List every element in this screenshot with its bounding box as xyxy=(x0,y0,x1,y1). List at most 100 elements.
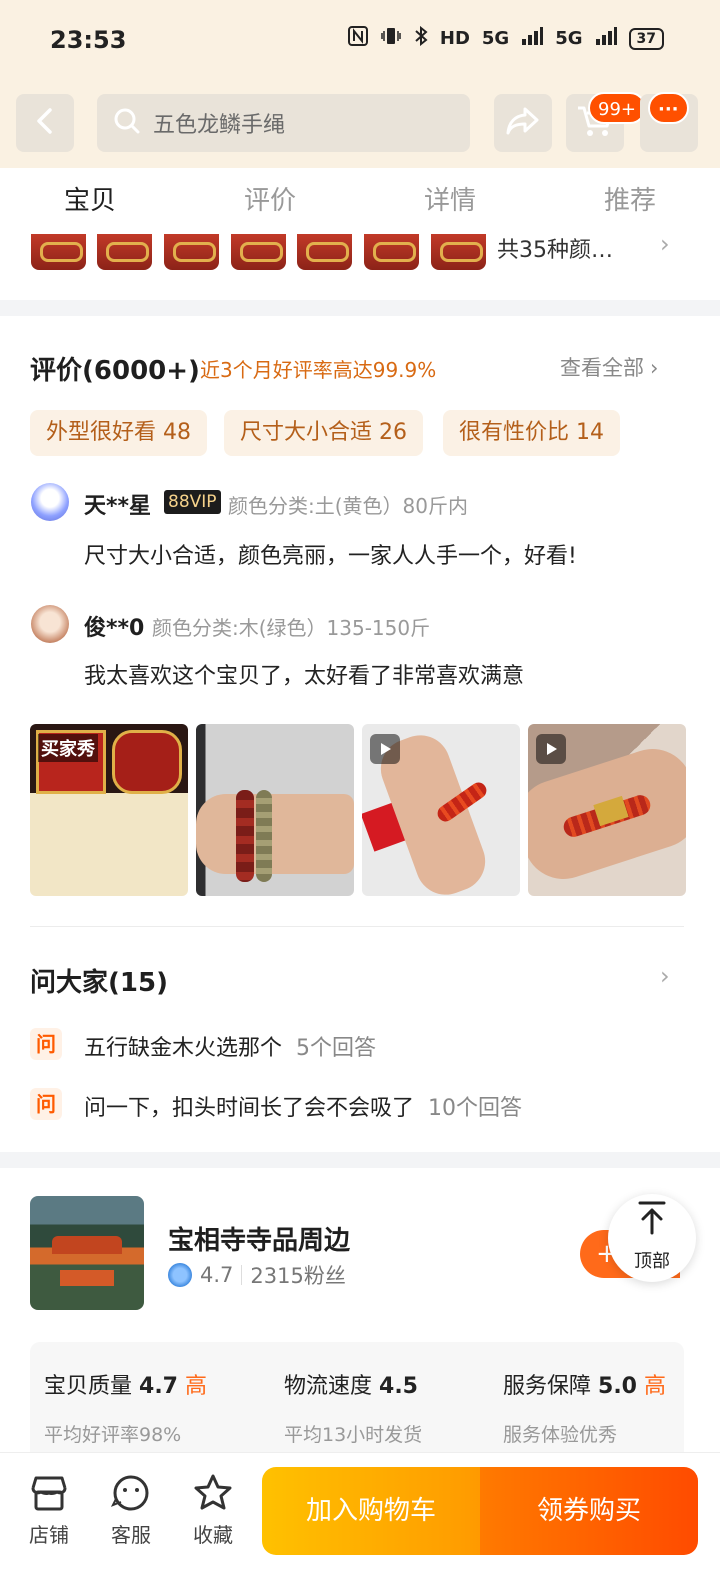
score-sub: 平均好评率98% xyxy=(44,1424,182,1446)
bluetooth-icon xyxy=(414,25,428,51)
favorite-button[interactable]: 收藏 xyxy=(178,1471,248,1548)
see-all-reviews-link[interactable]: 查看全部 › xyxy=(560,352,658,382)
tab-item[interactable]: 宝贝 xyxy=(0,168,180,234)
variant-thumb[interactable] xyxy=(97,234,152,270)
top-bar: 23:53 HD 5G 5G 37 五色龙鳞手绳 99+ ··· xyxy=(0,0,720,168)
question-text: 问一下，扣头时间长了会不会吸了 xyxy=(84,1096,415,1121)
signal-label-2: 5G xyxy=(555,28,583,49)
purchase-buttons: 加入购物车 领券购买 xyxy=(262,1467,698,1555)
status-bar: 23:53 HD 5G 5G 37 xyxy=(0,0,720,80)
back-arrow-icon xyxy=(34,107,56,139)
store-icon xyxy=(14,1471,84,1515)
customer-service-icon xyxy=(96,1471,166,1515)
store-button[interactable]: 店铺 xyxy=(14,1471,84,1548)
cart-button[interactable]: 99+ xyxy=(566,92,646,152)
search-icon xyxy=(113,107,141,139)
cart-badge: 99+ xyxy=(588,92,646,124)
review-photo[interactable] xyxy=(196,724,354,896)
reviews-subtitle: 近3个月好评率高达99.9% xyxy=(200,358,437,382)
search-bar[interactable]: 五色龙鳞手绳 xyxy=(97,94,470,152)
back-to-top-button[interactable]: 顶部 xyxy=(608,1194,696,1282)
reviews-title: 评价(6000+) xyxy=(30,356,200,386)
shop-meta: 4.7 2315粉丝 xyxy=(168,1260,346,1290)
answer-count: 5个回答 xyxy=(296,1036,377,1061)
variant-thumb[interactable] xyxy=(364,234,419,270)
reviewer-avatar xyxy=(31,605,69,643)
score-sub: 服务体验优秀 xyxy=(503,1424,618,1446)
customer-service-label: 客服 xyxy=(111,1523,151,1547)
tab-details[interactable]: 详情 xyxy=(360,168,540,234)
score-sub: 平均13小时发货 xyxy=(284,1424,423,1446)
answer-count: 10个回答 xyxy=(428,1096,523,1121)
score-service: 服务保障 5.0 高 xyxy=(503,1374,667,1399)
variant-strip[interactable]: 共35种颜… › xyxy=(0,230,720,300)
star-icon xyxy=(178,1471,248,1515)
review-video[interactable] xyxy=(362,724,520,896)
chevron-right-icon[interactable]: › xyxy=(660,230,670,258)
crown-icon xyxy=(168,1263,192,1287)
bottom-action-bar: 店铺 客服 收藏 加入购物车 领券购买 xyxy=(0,1452,720,1584)
signal-bars-icon-2 xyxy=(595,27,617,50)
battery-indicator: 37 xyxy=(628,27,664,50)
ask-title[interactable]: 问大家(15) xyxy=(30,962,168,999)
variant-thumb[interactable] xyxy=(164,234,219,270)
favorite-label: 收藏 xyxy=(193,1523,233,1547)
back-to-top-label: 顶部 xyxy=(634,1251,670,1272)
play-icon xyxy=(370,734,400,764)
score-quality: 宝贝质量 4.7 高 xyxy=(44,1374,208,1399)
tab-reviews[interactable]: 评价 xyxy=(180,168,360,234)
buy-with-coupon-button[interactable]: 领券购买 xyxy=(480,1467,698,1555)
variant-count-text[interactable]: 共35种颜… xyxy=(497,232,613,264)
shop-name[interactable]: 宝相寺寺品周边 xyxy=(168,1220,350,1257)
variant-thumb[interactable] xyxy=(231,234,286,270)
question-text: 五行缺金木火选那个 xyxy=(84,1036,283,1061)
store-label: 店铺 xyxy=(29,1523,69,1547)
score-logistics: 物流速度 4.5 xyxy=(284,1374,418,1399)
review-meta: 颜色分类:土(黄色）80斤内 xyxy=(228,494,468,518)
more-button[interactable]: ··· xyxy=(640,92,698,152)
shop-rating: 4.7 xyxy=(200,1263,234,1287)
review-photo[interactable]: 买家秀 xyxy=(30,724,188,896)
review-video[interactable] xyxy=(528,724,686,896)
variant-thumb[interactable] xyxy=(297,234,352,270)
share-button[interactable] xyxy=(494,94,552,152)
variant-thumb[interactable] xyxy=(431,234,486,270)
review-meta: 颜色分类:木(绿色）135-150斤 xyxy=(152,616,431,640)
review-tag[interactable]: 外型很好看 48 xyxy=(30,410,207,456)
review-tag[interactable]: 尺寸大小合适 26 xyxy=(224,410,423,456)
variant-thumb[interactable] xyxy=(31,234,86,270)
review-tag[interactable]: 很有性价比 14 xyxy=(443,410,620,456)
status-icons: HD 5G 5G 37 xyxy=(347,25,664,51)
chevron-right-icon: › xyxy=(650,356,659,380)
hd-label: HD xyxy=(439,28,470,49)
customer-service-button[interactable]: 客服 xyxy=(96,1471,166,1548)
question-icon: 问 xyxy=(30,1028,62,1060)
review-text[interactable]: 尺寸大小合适，颜色亮丽，一家人人手一个，好看! xyxy=(84,538,577,570)
back-button[interactable] xyxy=(16,94,74,152)
search-query-text: 五色龙鳞手绳 xyxy=(153,113,286,138)
more-badge: ··· xyxy=(648,92,689,124)
buyer-show-label: 买家秀 xyxy=(38,734,98,762)
reviewer-avatar xyxy=(31,483,69,521)
chevron-right-icon[interactable]: › xyxy=(660,962,670,990)
share-icon xyxy=(505,105,541,141)
separator xyxy=(241,1265,243,1285)
nfc-icon xyxy=(347,26,368,51)
play-icon xyxy=(536,734,566,764)
question-row[interactable]: 问一下，扣头时间长了会不会吸了 10个回答 xyxy=(84,1090,522,1122)
vibrate-icon xyxy=(380,26,402,51)
arrow-up-icon xyxy=(608,1200,696,1247)
question-icon: 问 xyxy=(30,1088,62,1120)
tab-recommend[interactable]: 推荐 xyxy=(540,168,720,234)
question-row[interactable]: 五行缺金木火选那个 5个回答 xyxy=(84,1030,376,1062)
signal-label-1: 5G xyxy=(481,28,510,49)
shop-scores: 宝贝质量 4.7 高 物流速度 4.5 服务保障 5.0 高 平均好评率98% … xyxy=(30,1342,684,1462)
divider xyxy=(30,926,684,927)
add-to-cart-button[interactable]: 加入购物车 xyxy=(262,1467,480,1555)
reviewer-name: 天**星 xyxy=(84,494,152,519)
status-time: 23:53 xyxy=(50,26,127,54)
reviewer-name: 俊**0 xyxy=(84,616,145,641)
review-text[interactable]: 我太喜欢这个宝贝了，太好看了非常喜欢满意 xyxy=(84,658,524,690)
shop-logo[interactable] xyxy=(30,1196,144,1310)
signal-bars-icon xyxy=(521,27,544,50)
